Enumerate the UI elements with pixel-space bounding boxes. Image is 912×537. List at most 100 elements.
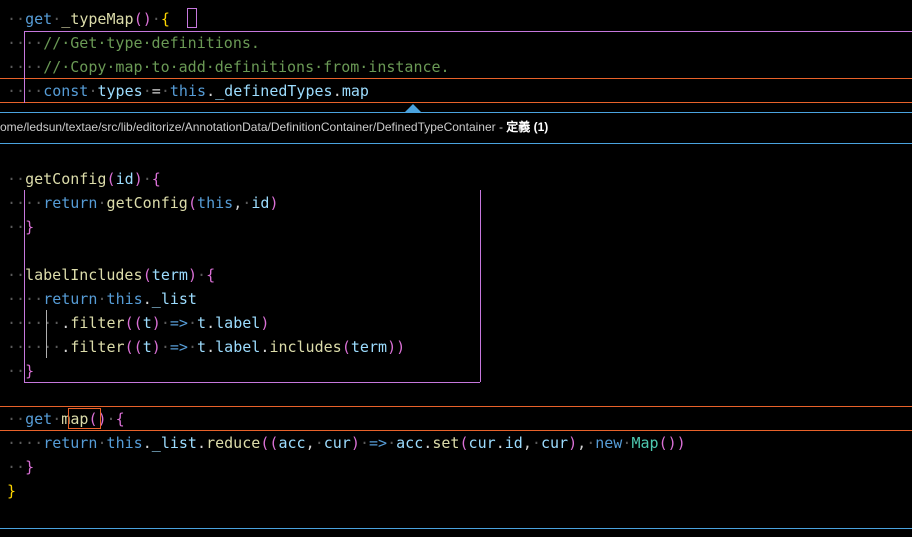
code-token: t: [142, 314, 152, 332]
whitespace-marker: ·: [160, 314, 170, 332]
bracket-match-box: [187, 8, 197, 28]
code-token: {: [206, 266, 216, 284]
indent-guide: [46, 310, 47, 358]
code-token: =>: [169, 314, 188, 332]
peek-file-path[interactable]: ome/ledsun/textae/src/lib/editorize/Anno…: [0, 120, 496, 134]
code-token: return: [43, 434, 98, 452]
whitespace-marker: ·: [586, 434, 596, 452]
code-line[interactable]: [0, 383, 912, 407]
whitespace-marker: ·: [97, 434, 107, 452]
code-token: getConfig: [25, 170, 107, 188]
code-line[interactable]: ···· return · getConfig(this, · id): [0, 191, 912, 215]
peek-highlight-border: [0, 406, 912, 407]
peek-separator: -: [495, 120, 507, 134]
code-token: ): [188, 266, 198, 284]
code-token: .: [206, 338, 216, 356]
whitespace-marker: ··: [7, 170, 26, 188]
code-token: ): [269, 194, 279, 212]
code-token: this: [197, 194, 234, 212]
code-line[interactable]: [0, 143, 912, 167]
whitespace-marker: ·: [160, 338, 170, 356]
code-token: ((: [124, 338, 143, 356]
code-token: const: [43, 82, 89, 100]
code-token: cur: [468, 434, 496, 452]
code-token: term: [350, 338, 388, 356]
whitespace-marker: ·: [387, 434, 397, 452]
definition-line-highlight-border: [0, 78, 912, 79]
code-token: this: [106, 434, 143, 452]
code-line[interactable]: [0, 239, 912, 263]
code-token: .: [142, 290, 152, 308]
whitespace-marker: ··: [7, 410, 26, 428]
code-line[interactable]: ··}: [0, 215, 912, 239]
code-token: id: [251, 194, 270, 212]
code-line[interactable]: ······. filter((t) · => · t. label. includes(te…: [0, 335, 912, 359]
code-token: _typeMap: [61, 10, 134, 28]
code-token: reduce: [206, 434, 261, 452]
code-token: //·Copy·map·to·add·definitions·from·inst…: [43, 58, 450, 76]
code-line[interactable]: ···· return · this. _list: [0, 287, 912, 311]
whitespace-marker: ·: [197, 266, 207, 284]
code-line[interactable]: ·· ··//·Copy·map·to·add·definitions·from·…: [0, 55, 912, 79]
whitespace-marker: ··: [7, 82, 26, 100]
code-token: ((: [260, 434, 279, 452]
code-token: .: [332, 82, 342, 100]
code-line[interactable]: ·· get · map() ·{: [0, 407, 912, 431]
code-token: labelIncludes: [25, 266, 143, 284]
code-line[interactable]: ·· getConfig(id) ·{: [0, 167, 912, 191]
code-token: .: [61, 338, 71, 356]
selection-box-map: [68, 408, 101, 429]
code-token: term: [151, 266, 188, 284]
code-line[interactable]: ······. filter((t) · => · t. label): [0, 311, 912, 335]
code-token: .: [495, 434, 505, 452]
code-token: {: [115, 410, 125, 428]
code-token: =>: [169, 338, 188, 356]
code-token: getConfig: [106, 194, 188, 212]
code-token: =: [151, 82, 161, 100]
code-token: .: [142, 434, 152, 452]
whitespace-marker: ··: [25, 82, 44, 100]
code-token: (: [459, 434, 469, 452]
definition-line-highlight-border: [0, 102, 912, 103]
code-token: acc: [278, 434, 306, 452]
code-token: (: [142, 266, 152, 284]
peek-title: 定義 (1): [506, 120, 549, 134]
indent-guide-box: [480, 190, 481, 382]
code-token: get: [25, 410, 53, 428]
peek-pointer-icon: [405, 104, 421, 112]
code-token: (): [133, 10, 152, 28]
code-line[interactable]: ··}: [0, 359, 912, 383]
peek-bottom-border: [0, 528, 912, 529]
code-token: t: [197, 314, 207, 332]
whitespace-marker: ·: [188, 338, 198, 356]
code-token: filter: [70, 314, 125, 332]
whitespace-marker: ····: [7, 194, 44, 212]
code-token: ((: [124, 314, 143, 332]
code-token: cur: [540, 434, 569, 452]
code-line[interactable]: ··}: [0, 455, 912, 479]
code-token: map: [341, 82, 369, 100]
peek-highlight-border: [0, 430, 912, 431]
code-line[interactable]: ···· return · this. _list. reduce((acc, · cur) ·…: [0, 431, 912, 455]
code-token: .: [197, 434, 207, 452]
code-token: .: [423, 434, 433, 452]
whitespace-marker: ·: [142, 170, 152, 188]
whitespace-marker: ·: [622, 434, 632, 452]
code-line[interactable]: ·· get · _typeMap() ·{: [0, 7, 912, 31]
code-line[interactable]: ·· labelIncludes(term) ·{: [0, 263, 912, 287]
code-line[interactable]: ·· ·· const · types · = · this. _definedTypes. map: [0, 79, 912, 103]
code-line[interactable]: ·· ··//·Get·type·definitions.: [0, 31, 912, 55]
code-token: {: [151, 170, 161, 188]
code-token: }: [25, 218, 35, 236]
code-token: ): [568, 434, 578, 452]
indent-guide-box: [24, 190, 25, 382]
code-token: filter: [70, 338, 125, 356]
whitespace-marker: ······: [7, 338, 62, 356]
code-token: {: [160, 10, 170, 28]
code-token: (: [106, 170, 116, 188]
code-line[interactable]: }: [0, 479, 912, 503]
code-token: id: [115, 170, 134, 188]
code-token: Map: [631, 434, 659, 452]
whitespace-marker: ·: [88, 82, 98, 100]
whitespace-marker: ··: [7, 458, 26, 476]
